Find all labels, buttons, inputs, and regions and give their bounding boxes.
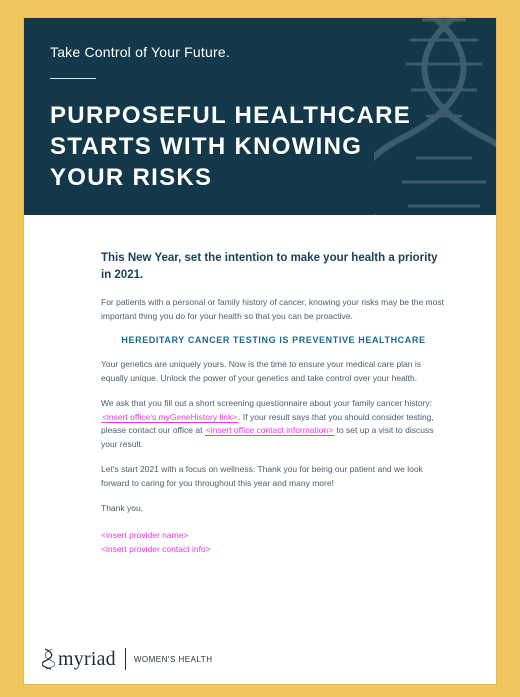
intro-heading: This New Year, set the intention to make…: [101, 252, 438, 281]
office-contact-placeholder[interactable]: <insert office contact information>: [204, 425, 335, 436]
hero-banner: Take Control of Your Future. PURPOSEFUL …: [24, 18, 496, 215]
wellness-paragraph: Let's start 2021 with a focus on wellnes…: [101, 464, 423, 488]
genetics-paragraph: Your genetics are uniquely yours. Now is…: [101, 359, 422, 383]
hero-divider: [50, 78, 96, 79]
hero-tagline: Take Control of Your Future.: [50, 44, 230, 60]
letter-content: This New Year, set the intention to make…: [101, 250, 446, 556]
questionnaire-text-part-1: We ask that you fill out a short screeni…: [101, 398, 433, 408]
womens-health-label: WOMEN'S HEALTH: [133, 654, 213, 664]
provider-name-placeholder[interactable]: <insert provider name>: [101, 529, 446, 543]
thank-you-text: Thank you,: [101, 503, 144, 513]
provider-contact-placeholder[interactable]: <insert provider contact info>: [101, 543, 446, 557]
questionnaire-paragraph: We ask that you fill out a short screeni…: [101, 397, 446, 451]
brand-footer: myriad WOMEN'S HEALTH: [42, 644, 212, 674]
section-title: HEREDITARY CANCER TESTING IS PREVENTIVE …: [121, 335, 426, 345]
intro-paragraph: For patients with a personal or family h…: [101, 297, 444, 321]
signature-block: Thank you, <insert provider name> <inser…: [101, 502, 446, 556]
hero-headline: PURPOSEFUL HEALTHCARE STARTS WITH KNOWIN…: [50, 102, 412, 191]
footer-divider: [124, 648, 126, 670]
mygenehistory-link-placeholder[interactable]: <insert office's myGeneHistory link>: [101, 411, 239, 423]
myriad-helix-icon: [42, 648, 55, 670]
flyer-card: Take Control of Your Future. PURPOSEFUL …: [24, 18, 496, 684]
page-frame: Take Control of Your Future. PURPOSEFUL …: [0, 0, 520, 697]
myriad-logo: myriad: [58, 648, 116, 670]
